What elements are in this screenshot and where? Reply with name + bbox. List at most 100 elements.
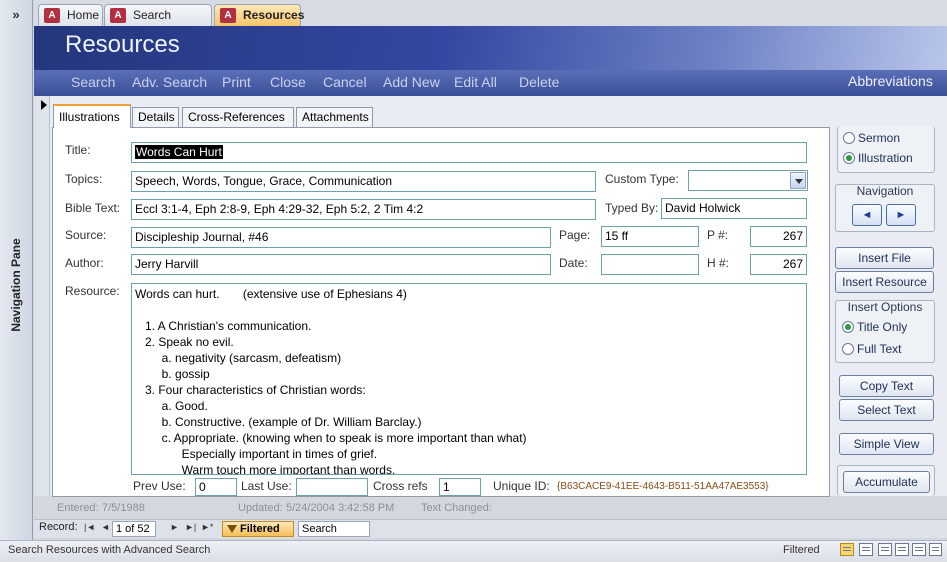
date-field[interactable]: [601, 254, 699, 275]
pivot-table-view-icon[interactable]: [878, 543, 892, 556]
select-text-button[interactable]: Select Text: [839, 399, 934, 421]
datasheet-view-icon[interactable]: [859, 543, 873, 556]
title-label: Title:: [65, 143, 91, 157]
layout-view-icon[interactable]: [912, 543, 926, 556]
page-field[interactable]: 15 ff: [601, 226, 699, 247]
tab-search-results[interactable]: A Search Results: [104, 4, 212, 43]
tab-cross-references[interactable]: Cross-References: [182, 107, 294, 127]
current-record-arrow-icon: [41, 100, 47, 110]
filter-toggle-button[interactable]: Filtered: [222, 521, 294, 537]
bible-text-label: Bible Text:: [65, 201, 121, 215]
resource-label: Resource:: [65, 284, 120, 298]
edit-all-button[interactable]: Edit All: [454, 74, 497, 90]
previous-record-nav-button[interactable]: ◄: [101, 522, 110, 532]
navigation-group: Navigation: [835, 184, 935, 232]
h-number-label: H #:: [707, 256, 730, 270]
last-record-button[interactable]: ►|: [185, 522, 196, 532]
access-form-icon: A: [110, 8, 126, 23]
access-form-icon: A: [44, 8, 60, 23]
title-field[interactable]: Words Can Hurt: [131, 142, 807, 163]
source-field[interactable]: Discipleship Journal, #46: [131, 227, 551, 248]
record-selector[interactable]: [34, 96, 50, 496]
copy-text-button[interactable]: Copy Text: [839, 375, 934, 397]
unique-id-value: {B63CACE9-41EE-4643-B511-51AA47AE3553}: [557, 481, 769, 492]
updated-label: Updated:: [238, 502, 283, 514]
radio-selected-icon: [843, 152, 855, 164]
current-record-field[interactable]: 1 of 52: [112, 521, 156, 537]
typed-by-label: Typed By:: [605, 201, 659, 215]
entered-value: 7/5/1988: [102, 502, 145, 514]
source-label: Source:: [65, 228, 107, 242]
chevron-down-icon[interactable]: [790, 172, 806, 189]
search-button[interactable]: Search: [71, 74, 115, 90]
print-button[interactable]: Print: [222, 74, 251, 90]
topics-field[interactable]: Speech, Words, Tongue, Grace, Communicat…: [131, 171, 596, 192]
tab-illustrations[interactable]: Illustrations: [53, 104, 131, 128]
custom-type-label: Custom Type:: [605, 172, 679, 186]
navigation-pane-label[interactable]: Navigation Pane: [4, 230, 28, 340]
tab-resources[interactable]: A Resources: [214, 4, 304, 26]
prev-use-field[interactable]: 0: [195, 478, 237, 496]
last-use-field[interactable]: [296, 478, 368, 496]
author-label: Author:: [65, 256, 104, 270]
text-changed-label: Text Changed:: [421, 502, 492, 514]
custom-type-combobox[interactable]: [688, 170, 808, 191]
status-text: Search Resources with Advanced Search: [8, 544, 211, 556]
navigation-pane-toggle-button[interactable]: »: [4, 4, 28, 26]
radio-icon: [843, 132, 855, 144]
radio-icon: [842, 343, 854, 355]
new-record-button[interactable]: ►*: [201, 522, 213, 532]
resource-type-group: Sermon Illustration: [837, 126, 935, 173]
next-record-nav-button[interactable]: ►: [170, 522, 179, 532]
page-label: Page:: [559, 228, 591, 242]
tab-attachments[interactable]: Attachments: [296, 107, 373, 127]
insert-file-button[interactable]: Insert File: [835, 247, 934, 269]
page-title: Resources: [65, 31, 180, 58]
cross-refs-label: Cross refs: [373, 479, 428, 493]
next-record-button[interactable]: ►: [886, 204, 916, 226]
record-label: Record:: [39, 521, 78, 533]
form-header: Resources: [34, 26, 947, 70]
record-search-input[interactable]: Search: [298, 521, 370, 537]
bible-text-field[interactable]: Eccl 3:1-4, Eph 2:8-9, Eph 4:29-32, Eph …: [131, 199, 596, 220]
illustration-radio[interactable]: Illustration: [843, 151, 913, 165]
updated-value: 5/24/2004 3:42:58 PM: [286, 502, 395, 514]
insert-options-group: Insert Options Title Only Full Text: [835, 300, 935, 363]
entered-label: Entered:: [57, 502, 99, 514]
accumulate-button[interactable]: Accumulate: [843, 471, 930, 493]
title-only-radio[interactable]: Title Only: [842, 320, 907, 334]
cross-refs-field[interactable]: 1: [439, 478, 481, 496]
tab-details[interactable]: Details: [132, 107, 179, 127]
p-number-label: P #:: [707, 228, 729, 242]
unique-id-label: Unique ID:: [493, 479, 550, 493]
typed-by-field[interactable]: David Holwick: [661, 198, 807, 219]
sermon-radio[interactable]: Sermon: [843, 131, 900, 145]
last-use-label: Last Use:: [241, 479, 292, 493]
full-text-radio[interactable]: Full Text: [842, 342, 901, 356]
author-field[interactable]: Jerry Harvill: [131, 254, 551, 275]
status-filtered: Filtered: [783, 544, 820, 556]
simple-view-button[interactable]: Simple View: [839, 433, 934, 455]
document-tab-bar: A Home A Search Results A Resources: [34, 0, 947, 43]
form-toolbar: Search Adv. Search Print Close Cancel Ad…: [34, 70, 947, 96]
arrow-left-icon: ◄: [861, 209, 873, 221]
form-view-icon[interactable]: [840, 543, 854, 556]
cancel-button[interactable]: Cancel: [323, 74, 367, 90]
p-number-field[interactable]: 267: [750, 226, 807, 247]
pivot-chart-view-icon[interactable]: [895, 543, 909, 556]
delete-button[interactable]: Delete: [519, 74, 559, 90]
close-button[interactable]: Close: [270, 74, 306, 90]
insert-resource-button[interactable]: Insert Resource: [835, 271, 934, 293]
previous-record-button[interactable]: ◄: [852, 204, 882, 226]
resource-text-area[interactable]: Words can hurt. (extensive use of Ephesi…: [131, 283, 807, 475]
prev-use-label: Prev Use:: [133, 479, 186, 493]
arrow-right-icon: ►: [895, 209, 907, 221]
advanced-search-button[interactable]: Adv. Search: [132, 74, 207, 90]
tab-home[interactable]: A Home: [38, 4, 103, 26]
access-form-icon: A: [220, 8, 236, 23]
h-number-field[interactable]: 267: [750, 254, 807, 275]
first-record-button[interactable]: |◄: [84, 522, 95, 532]
add-new-button[interactable]: Add New: [383, 74, 440, 90]
design-view-icon[interactable]: [929, 543, 942, 556]
abbreviations-button[interactable]: Abbreviations: [848, 73, 933, 89]
